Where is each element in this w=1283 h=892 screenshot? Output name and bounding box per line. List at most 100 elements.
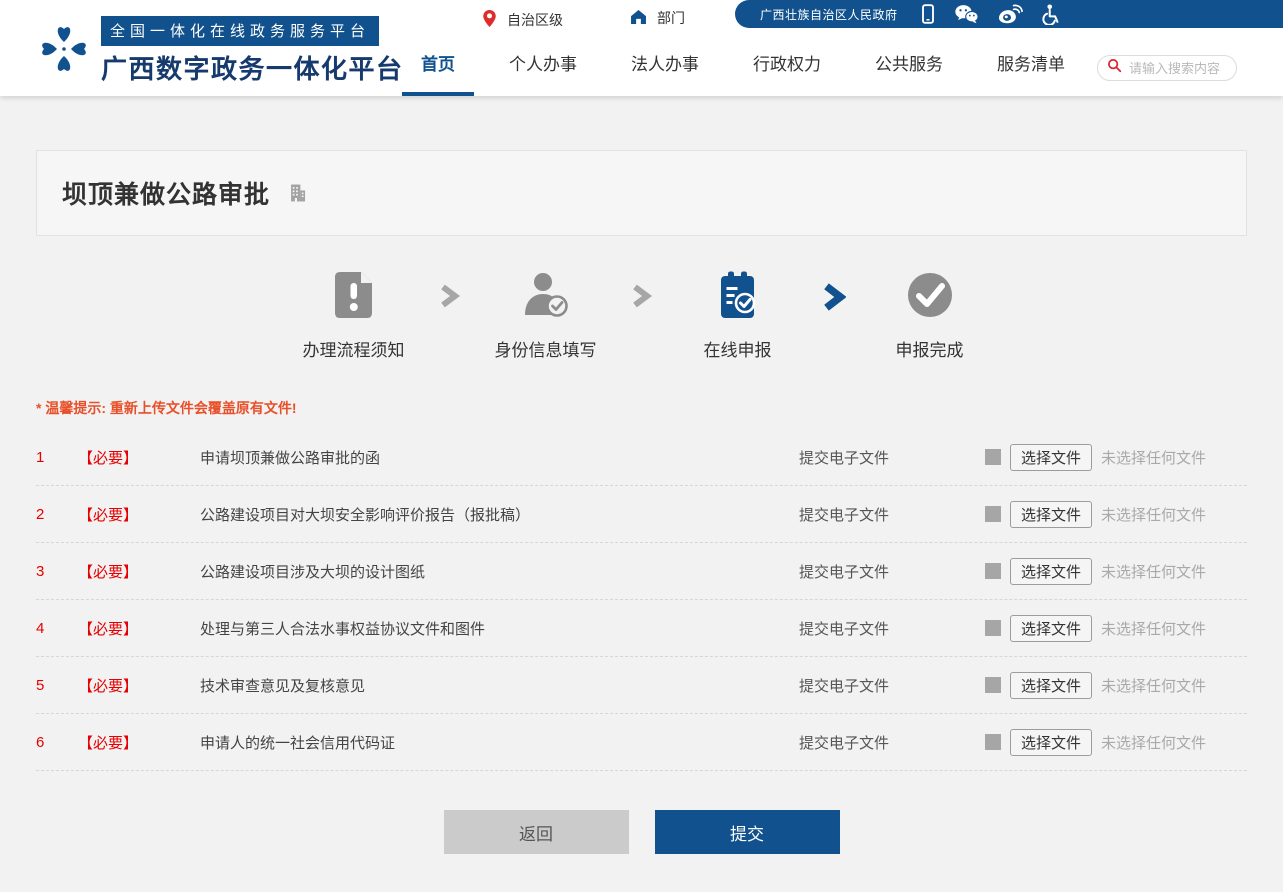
- required-tag: 【必要】: [78, 447, 200, 468]
- choose-file-button[interactable]: 选择文件: [1010, 729, 1092, 756]
- site-title: 广西数字政务一体化平台: [101, 49, 404, 86]
- file-name: 公路建设项目涉及大坝的设计图纸: [200, 561, 799, 582]
- header: 全国一体化在线政务服务平台 广西数字政务一体化平台 自治区级 部门 广西壮族自治…: [0, 0, 1283, 96]
- no-file-label: 未选择任何文件: [1101, 618, 1206, 639]
- home-icon: [629, 8, 648, 28]
- circle-check-icon: [905, 269, 955, 321]
- submit-file-label: 提交电子文件: [799, 504, 985, 525]
- choose-file-button[interactable]: 选择文件: [1010, 672, 1092, 699]
- submit-file-label: 提交电子文件: [799, 675, 985, 696]
- no-file-label: 未选择任何文件: [1101, 561, 1206, 582]
- choose-file-button[interactable]: 选择文件: [1010, 558, 1092, 585]
- file-row: 5 【必要】 技术审查意见及复核意见 提交电子文件 选择文件 未选择任何文件: [36, 657, 1247, 714]
- government-link[interactable]: 广西壮族自治区人民政府: [760, 6, 898, 23]
- tab-personal-services[interactable]: 个人办事: [509, 50, 577, 96]
- chevron-right-icon: [621, 282, 663, 310]
- chevron-right-icon: [429, 282, 471, 310]
- accessibility-icon[interactable]: [1042, 4, 1059, 25]
- file-name: 申请人的统一社会信用代码证: [200, 732, 799, 753]
- step-process-notice: 办理流程须知: [279, 269, 429, 361]
- required-tag: 【必要】: [78, 675, 200, 696]
- upload-control: 选择文件 未选择任何文件: [985, 558, 1247, 585]
- upload-control: 选择文件 未选择任何文件: [985, 501, 1247, 528]
- submit-file-label: 提交电子文件: [799, 732, 985, 753]
- no-file-label: 未选择任何文件: [1101, 675, 1206, 696]
- clipboard-check-icon: [714, 269, 762, 321]
- no-file-label: 未选择任何文件: [1101, 732, 1206, 753]
- search-icon: [1107, 58, 1122, 78]
- file-row: 4 【必要】 处理与第三人合法水事权益协议文件和图件 提交电子文件 选择文件 未…: [36, 600, 1247, 657]
- service-title-box: 坝顶兼做公路审批: [36, 150, 1247, 236]
- page-title: 坝顶兼做公路审批: [62, 175, 270, 211]
- file-name: 申请坝顶兼做公路审批的函: [200, 447, 799, 468]
- step-label: 在线申报: [704, 336, 772, 361]
- wechat-icon[interactable]: [954, 4, 979, 24]
- upload-control: 选择文件 未选择任何文件: [985, 615, 1247, 642]
- upload-status-square: [985, 449, 1001, 465]
- tab-public-services[interactable]: 公共服务: [875, 50, 943, 96]
- required-tag: 【必要】: [78, 561, 200, 582]
- required-tag: 【必要】: [78, 618, 200, 639]
- progress-steps: 办理流程须知 身份信息填写: [0, 269, 1283, 361]
- file-row: 6 【必要】 申请人的统一社会信用代码证 提交电子文件 选择文件 未选择任何文件: [36, 714, 1247, 771]
- file-name: 处理与第三人合法水事权益协议文件和图件: [200, 618, 799, 639]
- row-number: 6: [36, 734, 78, 751]
- file-name: 技术审查意见及复核意见: [200, 675, 799, 696]
- no-file-label: 未选择任何文件: [1101, 504, 1206, 525]
- form-actions: 返回 提交: [0, 810, 1283, 854]
- tab-legal-person-services[interactable]: 法人办事: [631, 50, 699, 96]
- choose-file-button[interactable]: 选择文件: [1010, 501, 1092, 528]
- step-identity-info: 身份信息填写: [471, 269, 621, 361]
- tab-service-list[interactable]: 服务清单: [997, 50, 1065, 96]
- submit-button[interactable]: 提交: [655, 810, 840, 854]
- upload-status-square: [985, 620, 1001, 636]
- weibo-icon[interactable]: [998, 4, 1023, 24]
- flower-logo-icon: [36, 20, 92, 83]
- file-name: 公路建设项目对大坝安全影响评价报告（报批稿）: [200, 504, 799, 525]
- row-number: 1: [36, 449, 78, 466]
- mobile-icon[interactable]: [921, 4, 935, 24]
- upload-status-square: [985, 677, 1001, 693]
- row-number: 2: [36, 506, 78, 523]
- back-button[interactable]: 返回: [444, 810, 629, 854]
- department-label: 部门: [657, 8, 685, 28]
- location-pin-icon: [481, 8, 498, 32]
- upload-control: 选择文件 未选择任何文件: [985, 444, 1247, 471]
- region-selector[interactable]: 自治区级: [481, 8, 563, 32]
- upload-warning-notice: * 温馨提示: 重新上传文件会覆盖原有文件!: [36, 398, 1247, 418]
- tab-home[interactable]: 首页: [402, 50, 474, 96]
- department-selector[interactable]: 部门: [629, 8, 685, 28]
- file-row: 3 【必要】 公路建设项目涉及大坝的设计图纸 提交电子文件 选择文件 未选择任何…: [36, 543, 1247, 600]
- file-row: 2 【必要】 公路建设项目对大坝安全影响评价报告（报批稿） 提交电子文件 选择文…: [36, 486, 1247, 543]
- site-logo[interactable]: 全国一体化在线政务服务平台 广西数字政务一体化平台: [36, 16, 404, 86]
- required-tag: 【必要】: [78, 732, 200, 753]
- region-label: 自治区级: [507, 10, 563, 30]
- row-number: 5: [36, 677, 78, 694]
- row-number: 4: [36, 620, 78, 637]
- search-box[interactable]: [1097, 55, 1237, 81]
- step-label: 申报完成: [896, 336, 964, 361]
- choose-file-button[interactable]: 选择文件: [1010, 444, 1092, 471]
- step-online-declare: 在线申报: [663, 269, 813, 361]
- government-bar: 广西壮族自治区人民政府: [735, 0, 1283, 28]
- national-platform-banner: 全国一体化在线政务服务平台: [101, 16, 379, 46]
- submit-file-label: 提交电子文件: [799, 618, 985, 639]
- upload-status-square: [985, 563, 1001, 579]
- tab-administrative-power[interactable]: 行政权力: [753, 50, 821, 96]
- person-check-icon: [521, 269, 571, 321]
- building-icon: [286, 182, 308, 204]
- search-input[interactable]: [1127, 60, 1227, 77]
- upload-status-square: [985, 506, 1001, 522]
- upload-status-square: [985, 734, 1001, 750]
- chevron-right-icon-active: [813, 282, 855, 312]
- no-file-label: 未选择任何文件: [1101, 447, 1206, 468]
- required-files-list: 1 【必要】 申请坝顶兼做公路审批的函 提交电子文件 选择文件 未选择任何文件 …: [36, 429, 1247, 771]
- required-tag: 【必要】: [78, 504, 200, 525]
- row-number: 3: [36, 563, 78, 580]
- upload-control: 选择文件 未选择任何文件: [985, 729, 1247, 756]
- file-row: 1 【必要】 申请坝顶兼做公路审批的函 提交电子文件 选择文件 未选择任何文件: [36, 429, 1247, 486]
- step-declare-complete: 申报完成: [855, 269, 1005, 361]
- choose-file-button[interactable]: 选择文件: [1010, 615, 1092, 642]
- upload-control: 选择文件 未选择任何文件: [985, 672, 1247, 699]
- submit-file-label: 提交电子文件: [799, 447, 985, 468]
